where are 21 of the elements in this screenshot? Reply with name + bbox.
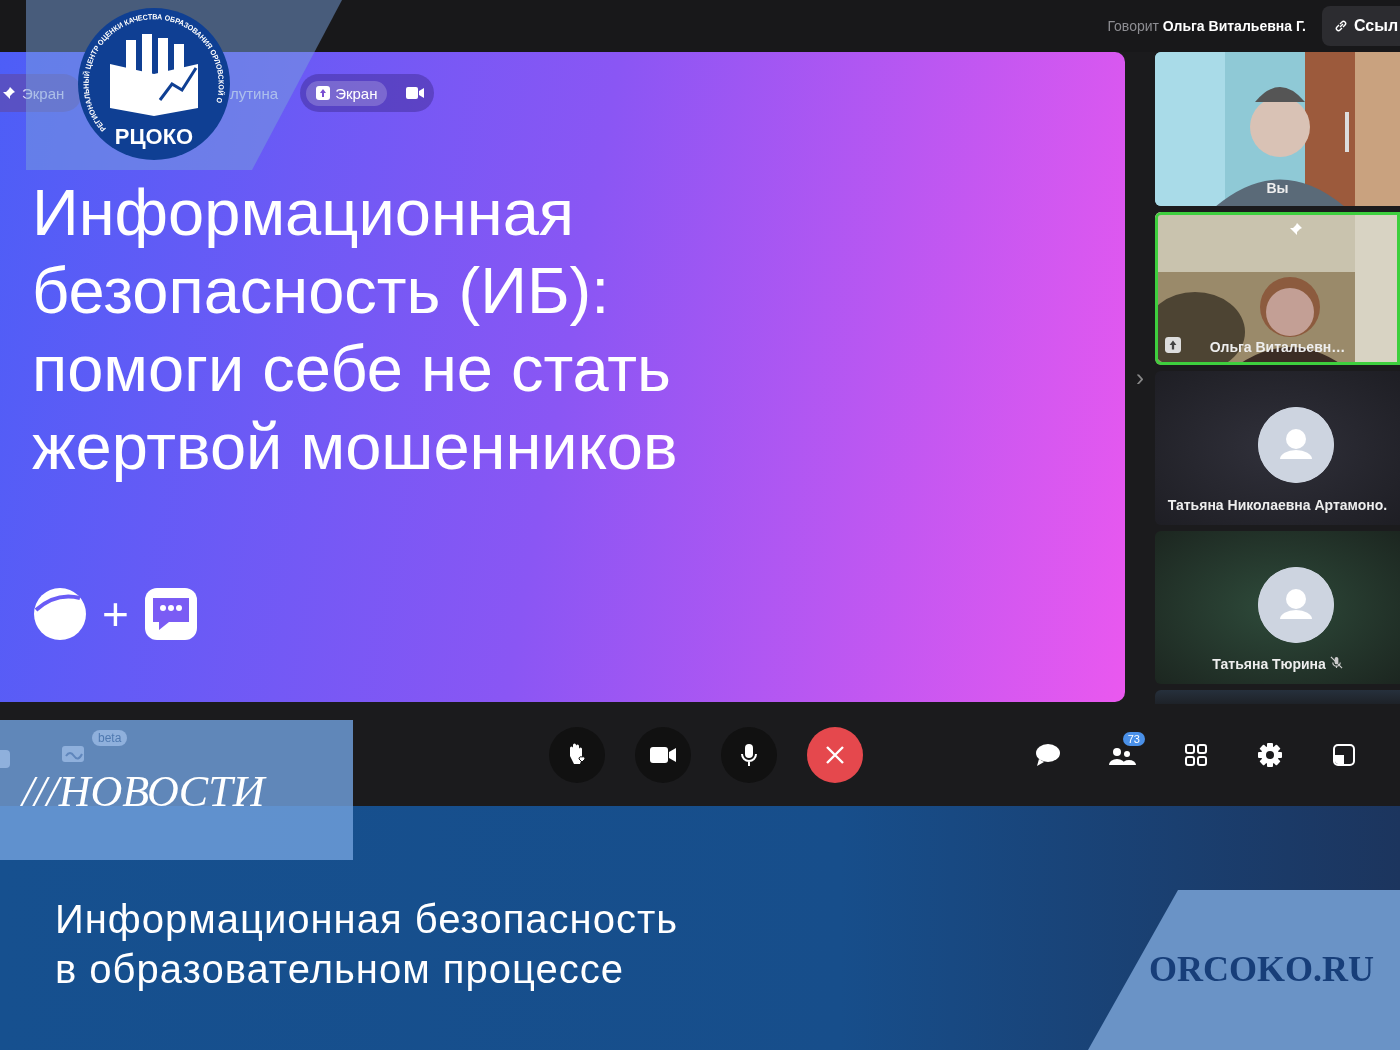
speaker-label: Говорит Ольга Витальевна Г. [1107, 18, 1306, 34]
participant-name: Вы [1265, 179, 1290, 196]
participant-tile[interactable]: Татьяна Николаевна Артамоно. [1155, 371, 1400, 525]
plus-sign: + [102, 587, 129, 641]
screen-pill[interactable]: Экран [300, 74, 435, 112]
expand-arrow[interactable]: › [1125, 52, 1155, 704]
link-button[interactable]: Ссыл [1322, 6, 1400, 46]
site-address: ORCOKO.RU [1149, 948, 1374, 990]
beta-badge: beta [92, 730, 128, 746]
participant-name: Татьяна Николаевна Артамоно. [1166, 496, 1389, 513]
participant-tile[interactable]: Вы [1155, 52, 1400, 206]
pill-label: лутина [230, 84, 279, 102]
news-headline: Информационная безопасность в образовательном процессе [55, 896, 679, 993]
participant-tile[interactable]: Татьяна Тюрина [1155, 530, 1400, 685]
participants-button[interactable]: 73 [1097, 730, 1147, 780]
participant-name: Ольга Витальевн… [1208, 339, 1347, 356]
section-title: ///НОВОСТИ [22, 766, 265, 817]
participant-count-badge: 73 [1122, 732, 1145, 746]
pill-label: Экран [335, 84, 378, 102]
slide-title: Информационная безопасность (ИБ): помоги себе не стать жертвой мошенников [32, 175, 679, 485]
participant-name: Татьяна Тюрина [1155, 656, 1400, 673]
